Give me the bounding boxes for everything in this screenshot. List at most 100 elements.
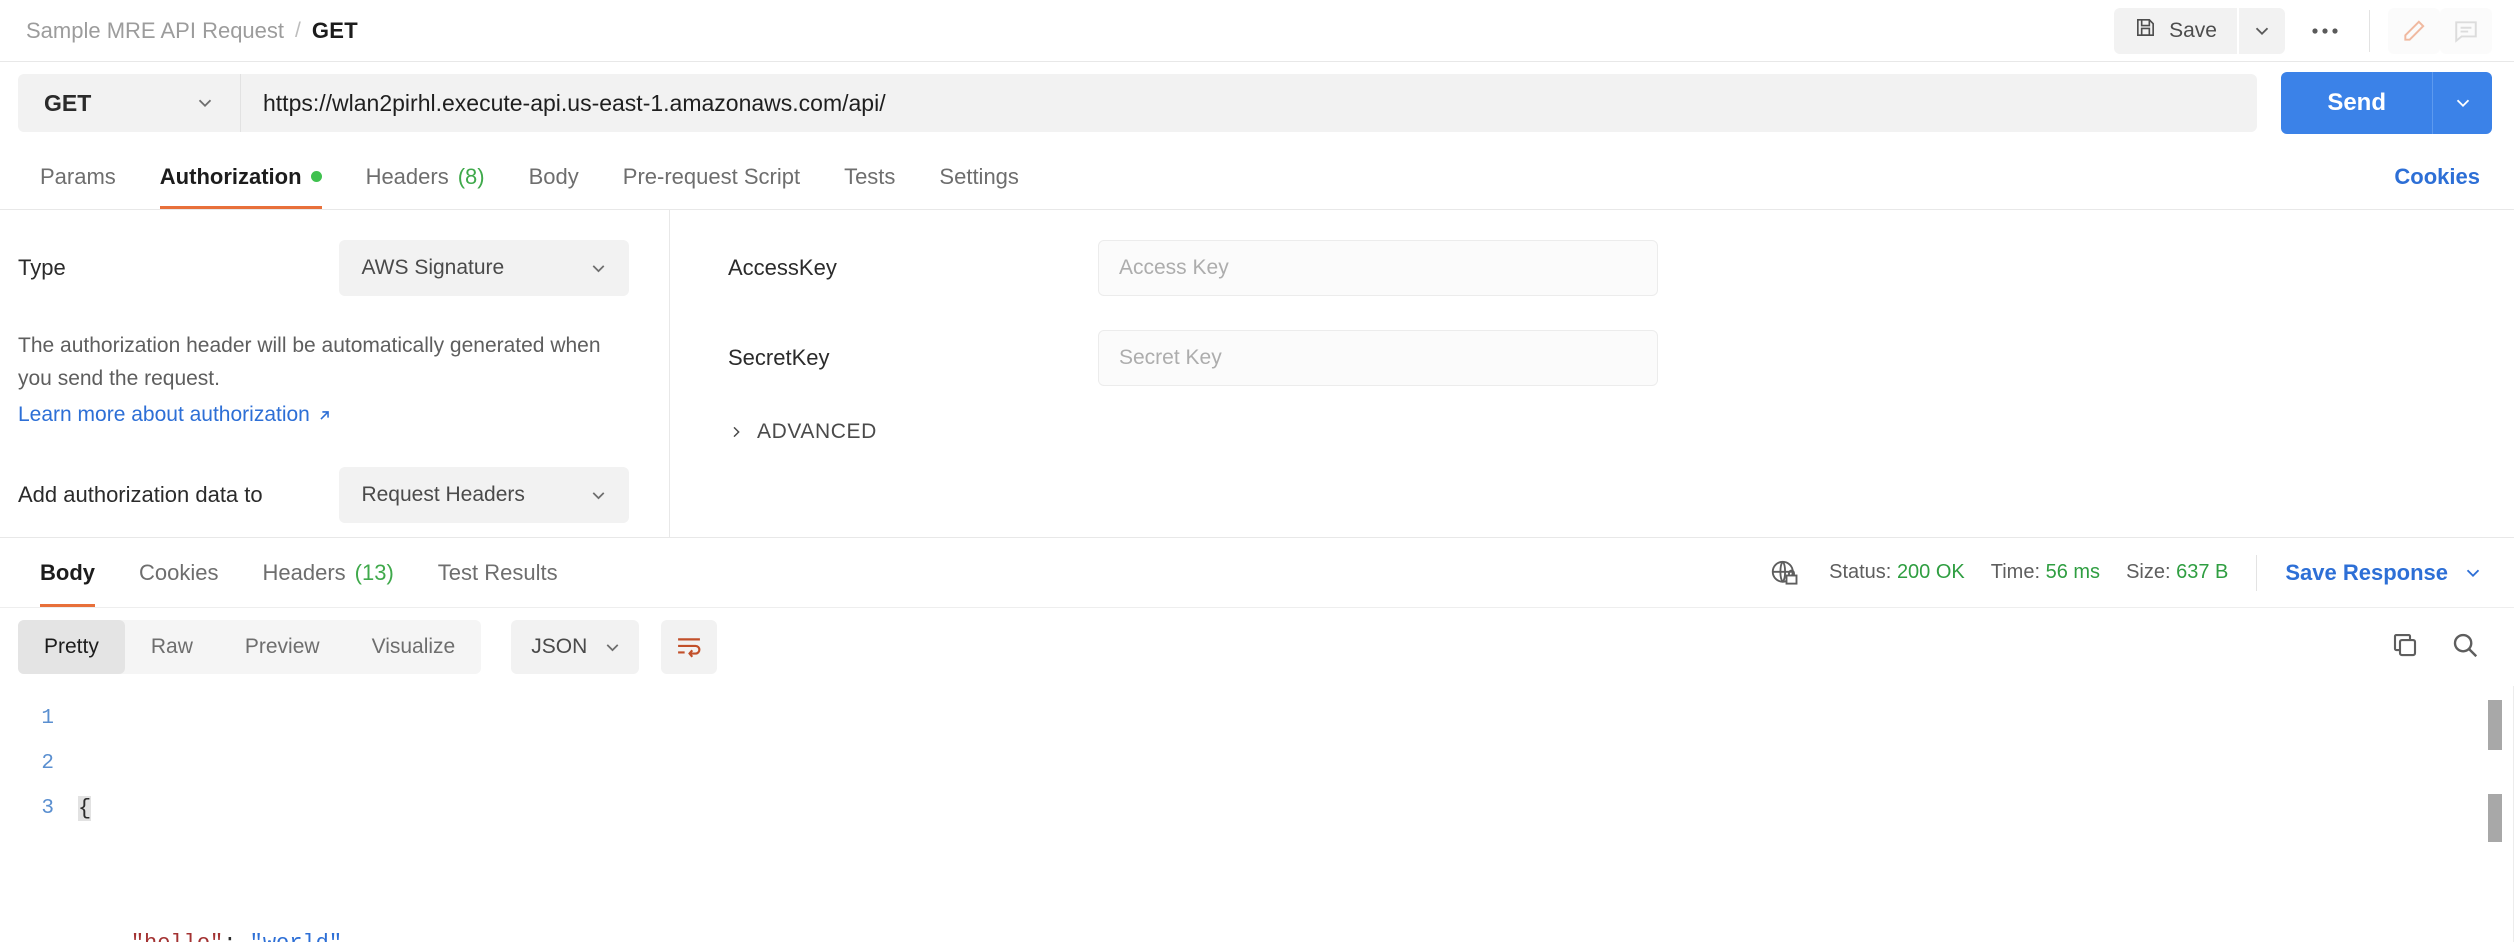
- copy-icon: [2393, 633, 2417, 656]
- json-key: "hello": [131, 931, 223, 942]
- response-view-modes: Pretty Raw Preview Visualize: [18, 620, 482, 674]
- tab-pre-request-script[interactable]: Pre-request Script: [601, 144, 822, 209]
- size-value: 637 B: [2176, 561, 2229, 583]
- open-brace: {: [78, 796, 92, 821]
- status-value: 200 OK: [1896, 561, 1965, 583]
- secret-key-row: SecretKey: [728, 330, 2514, 386]
- breadcrumb-collection[interactable]: Sample MRE API Request: [26, 18, 284, 44]
- status-label: Status:: [1829, 561, 1892, 583]
- save-button[interactable]: Save: [2114, 7, 2237, 54]
- http-method-select[interactable]: GET: [18, 74, 240, 132]
- line-number: 1: [41, 707, 54, 730]
- advanced-section-toggle[interactable]: ADVANCED: [728, 420, 2514, 444]
- auth-type-row: Type AWS Signature: [18, 240, 629, 296]
- send-button-group: Send: [2281, 72, 2492, 134]
- tab-body[interactable]: Body: [507, 144, 601, 209]
- url-input[interactable]: [240, 74, 2258, 132]
- learn-more-label: Learn more about authorization: [18, 403, 310, 427]
- chevron-down-icon: [2255, 27, 2269, 35]
- tab-label: Settings: [939, 163, 1019, 189]
- breadcrumb-separator: /: [295, 18, 301, 42]
- secret-key-label: SecretKey: [728, 345, 830, 370]
- response-tab-body[interactable]: Body: [18, 538, 117, 607]
- response-tab-headers[interactable]: Headers (13): [240, 538, 415, 607]
- response-toolbar: Pretty Raw Preview Visualize JSON: [0, 608, 2514, 686]
- status-metric: Status: 200 OK: [1829, 561, 1965, 584]
- tab-authorization[interactable]: Authorization: [138, 144, 344, 209]
- json-value: "world": [250, 931, 342, 942]
- view-mode-preview[interactable]: Preview: [219, 620, 346, 674]
- search-button[interactable]: [2450, 630, 2480, 665]
- learn-more-link[interactable]: Learn more about authorization: [18, 403, 333, 427]
- access-key-row: AccessKey: [728, 240, 2514, 296]
- access-key-label: AccessKey: [728, 255, 837, 280]
- authorization-settings: Type AWS Signature The authorization hea…: [0, 210, 670, 537]
- time-label: Time:: [1990, 561, 2041, 583]
- time-value: 56 ms: [2045, 561, 2101, 583]
- copy-button[interactable]: [2390, 630, 2420, 665]
- word-wrap-button[interactable]: [661, 620, 718, 674]
- tab-label: Tests: [844, 163, 896, 189]
- view-mode-pretty[interactable]: Pretty: [18, 620, 125, 674]
- auth-add-data-value: Request Headers: [361, 483, 525, 507]
- tab-params[interactable]: Params: [18, 144, 138, 209]
- send-button[interactable]: Send: [2281, 72, 2432, 134]
- chevron-right-icon: [733, 426, 740, 438]
- comments-button[interactable]: [2440, 7, 2492, 54]
- external-link-icon: [320, 410, 329, 420]
- tab-settings[interactable]: Settings: [917, 144, 1041, 209]
- tab-label: Authorization: [159, 163, 302, 189]
- code-line-2: "hello": "world": [78, 921, 2514, 942]
- send-dropdown-button[interactable]: [2432, 72, 2492, 134]
- auth-add-data-select[interactable]: Request Headers: [339, 467, 629, 524]
- access-key-input[interactable]: [1098, 240, 1658, 296]
- tab-tests[interactable]: Tests: [822, 144, 917, 209]
- globe-lock-icon[interactable]: [1769, 558, 1799, 588]
- response-format-select[interactable]: JSON: [511, 620, 640, 674]
- save-dropdown-button[interactable]: [2239, 7, 2285, 54]
- floppy-disk-icon: [2134, 16, 2157, 45]
- auth-add-data-row: Add authorization data to Request Header…: [18, 467, 629, 524]
- breadcrumb-request-name[interactable]: GET: [312, 18, 358, 44]
- save-response-button[interactable]: Save Response: [2285, 560, 2492, 586]
- response-tab-test-results[interactable]: Test Results: [416, 538, 580, 607]
- tab-label: Test Results: [437, 559, 558, 585]
- edit-request-button[interactable]: [2388, 7, 2440, 54]
- view-mode-visualize[interactable]: Visualize: [346, 620, 482, 674]
- view-mode-raw[interactable]: Raw: [125, 620, 219, 674]
- response-toolbar-actions: [2390, 630, 2492, 665]
- tab-label: Headers: [262, 559, 346, 585]
- auth-type-select[interactable]: AWS Signature: [339, 240, 629, 296]
- json-colon: :: [223, 931, 249, 942]
- tab-label: Body: [40, 559, 95, 585]
- json-code[interactable]: { "hello": "world" }: [72, 696, 2514, 942]
- chevron-down-icon: [592, 264, 605, 272]
- response-tab-cookies[interactable]: Cookies: [117, 538, 240, 607]
- tab-label: Body: [528, 163, 579, 189]
- http-method-value: GET: [44, 89, 92, 116]
- advanced-label: ADVANCED: [757, 420, 877, 443]
- more-actions-button[interactable]: [2299, 8, 2351, 54]
- word-wrap-icon: [678, 638, 701, 658]
- line-number-gutter: 1 2 3: [0, 696, 72, 942]
- auth-type-label: Type: [18, 255, 66, 280]
- size-metric: Size: 637 B: [2126, 561, 2228, 584]
- toolbar-divider: [2369, 9, 2370, 52]
- tab-count: (8): [457, 163, 485, 189]
- vertical-scrollbar[interactable]: [2488, 686, 2502, 942]
- cookies-link[interactable]: Cookies: [2394, 144, 2492, 209]
- size-label: Size:: [2126, 561, 2171, 583]
- secret-key-input[interactable]: [1098, 330, 1658, 386]
- scrollbar-thumb-top[interactable]: [2488, 700, 2502, 750]
- top-bar: Sample MRE API Request / GET Save: [0, 0, 2514, 62]
- configured-indicator-dot: [310, 171, 322, 182]
- time-metric: Time: 56 ms: [1991, 561, 2100, 584]
- authorization-credentials: AccessKey SecretKey ADVANCED: [670, 210, 2514, 537]
- auth-add-data-label: Add authorization data to: [18, 482, 263, 508]
- url-bar: GET Send: [0, 62, 2514, 144]
- chevron-down-icon: [606, 643, 619, 651]
- tab-headers[interactable]: Headers (8): [344, 144, 507, 209]
- scrollbar-thumb-bottom[interactable]: [2488, 794, 2502, 842]
- tab-label: Params: [40, 163, 116, 189]
- response-body-viewer[interactable]: 1 2 3 { "hello": "world" }: [0, 686, 2514, 942]
